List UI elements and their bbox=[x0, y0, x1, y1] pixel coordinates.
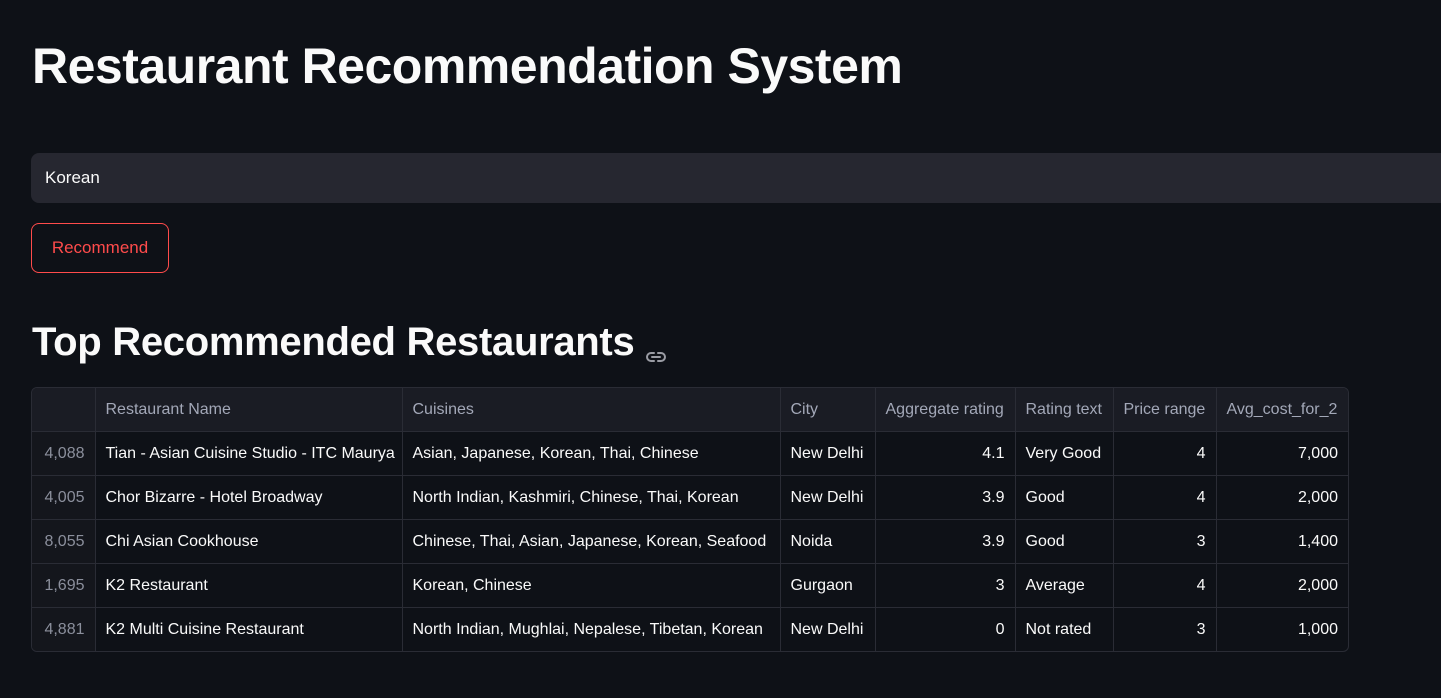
column-header[interactable]: City bbox=[780, 388, 876, 432]
table-cell: 4.1 bbox=[875, 431, 1016, 476]
table-cell: 3.9 bbox=[875, 475, 1016, 520]
table-header-row: Restaurant Name Cuisines City Aggregate rat… bbox=[32, 388, 1348, 432]
table-cell: New Delhi bbox=[780, 475, 876, 520]
table-cell: 4 bbox=[1113, 563, 1217, 608]
table-cell: Tian - Asian Cuisine Studio - ITC Maurya bbox=[95, 431, 403, 476]
column-header[interactable]: Avg_cost_for_2 bbox=[1216, 388, 1348, 432]
table-row[interactable]: 4,005 Chor Bizarre - Hotel Broadway North … bbox=[32, 475, 1348, 520]
section-title-text: Top Recommended Restaurants bbox=[32, 320, 635, 364]
table-cell: Good bbox=[1015, 519, 1114, 564]
column-header[interactable]: Rating text bbox=[1015, 388, 1114, 432]
table-cell: Not rated bbox=[1015, 607, 1114, 651]
table-cell: Chinese, Thai, Asian, Japanese, Korean, … bbox=[402, 519, 781, 564]
table-cell: 3 bbox=[875, 563, 1016, 608]
column-header[interactable]: Price range bbox=[1113, 388, 1217, 432]
column-header[interactable]: Cuisines bbox=[402, 388, 781, 432]
recommend-button[interactable]: Recommend bbox=[31, 223, 169, 273]
table-cell: 0 bbox=[875, 607, 1016, 651]
table-cell: K2 Restaurant bbox=[95, 563, 403, 608]
table-cell: 7,000 bbox=[1216, 431, 1348, 476]
table-cell: Noida bbox=[780, 519, 876, 564]
table-cell: Korean, Chinese bbox=[402, 563, 781, 608]
table-cell: K2 Multi Cuisine Restaurant bbox=[95, 607, 403, 651]
table-cell: 3 bbox=[1113, 519, 1217, 564]
table-row[interactable]: 4,088 Tian - Asian Cuisine Studio - ITC M… bbox=[32, 431, 1348, 476]
table-cell: 2,000 bbox=[1216, 475, 1348, 520]
table-cell: 1,400 bbox=[1216, 519, 1348, 564]
table-cell: 1,000 bbox=[1297, 620, 1338, 638]
table-row[interactable]: 4,881 K2 Multi Cuisine Restaurant North In… bbox=[32, 607, 1348, 651]
table-cell: North Indian, Mughlai, Nepalese, Tibetan… bbox=[402, 607, 781, 651]
row-index: 4,088 bbox=[32, 431, 96, 476]
table-cell: 2,000 bbox=[1216, 563, 1348, 608]
table-cell: Chor Bizarre - Hotel Broadway bbox=[95, 475, 403, 520]
row-index: 4,881 bbox=[32, 607, 96, 651]
table-cell: 3 bbox=[1113, 607, 1217, 651]
table-cell: North Indian, Kashmiri, Chinese, Thai, K… bbox=[402, 475, 781, 520]
table-cell: New Delhi bbox=[780, 431, 876, 476]
table-row[interactable]: 8,055 Chi Asian Cookhouse Chinese, Thai, A… bbox=[32, 519, 1348, 564]
table-cell: 4 bbox=[1113, 431, 1217, 476]
row-index: 8,055 bbox=[32, 519, 96, 564]
page-title: Restaurant Recommendation System bbox=[32, 38, 903, 94]
table-cell: 4 bbox=[1113, 475, 1217, 520]
index-header[interactable] bbox=[32, 388, 96, 432]
table-cell: Chi Asian Cookhouse bbox=[95, 519, 403, 564]
column-header[interactable]: Restaurant Name bbox=[95, 388, 403, 432]
section-title: Top Recommended Restaurants bbox=[32, 316, 668, 368]
table-cell: Asian, Japanese, Korean, Thai, Chinese bbox=[402, 431, 781, 476]
table-row[interactable]: 1,695 K2 Restaurant Korean, Chinese Gurgaon… bbox=[32, 563, 1348, 608]
table-cell: 3.9 bbox=[875, 519, 1016, 564]
row-index: 4,005 bbox=[32, 475, 96, 520]
table-cell: Good bbox=[1015, 475, 1114, 520]
row-index: 1,695 bbox=[32, 563, 96, 608]
table-cell: Very Good bbox=[1015, 431, 1114, 476]
table-cell: Average bbox=[1015, 563, 1114, 608]
results-table[interactable]: Restaurant Name Cuisines City Aggregate rat… bbox=[31, 387, 1349, 652]
cuisine-input[interactable] bbox=[31, 153, 1441, 203]
table-cell: Gurgaon bbox=[780, 563, 876, 608]
table-cell: New Delhi bbox=[780, 607, 876, 651]
column-header[interactable]: Aggregate rating bbox=[875, 388, 1016, 432]
link-icon[interactable] bbox=[644, 330, 668, 362]
